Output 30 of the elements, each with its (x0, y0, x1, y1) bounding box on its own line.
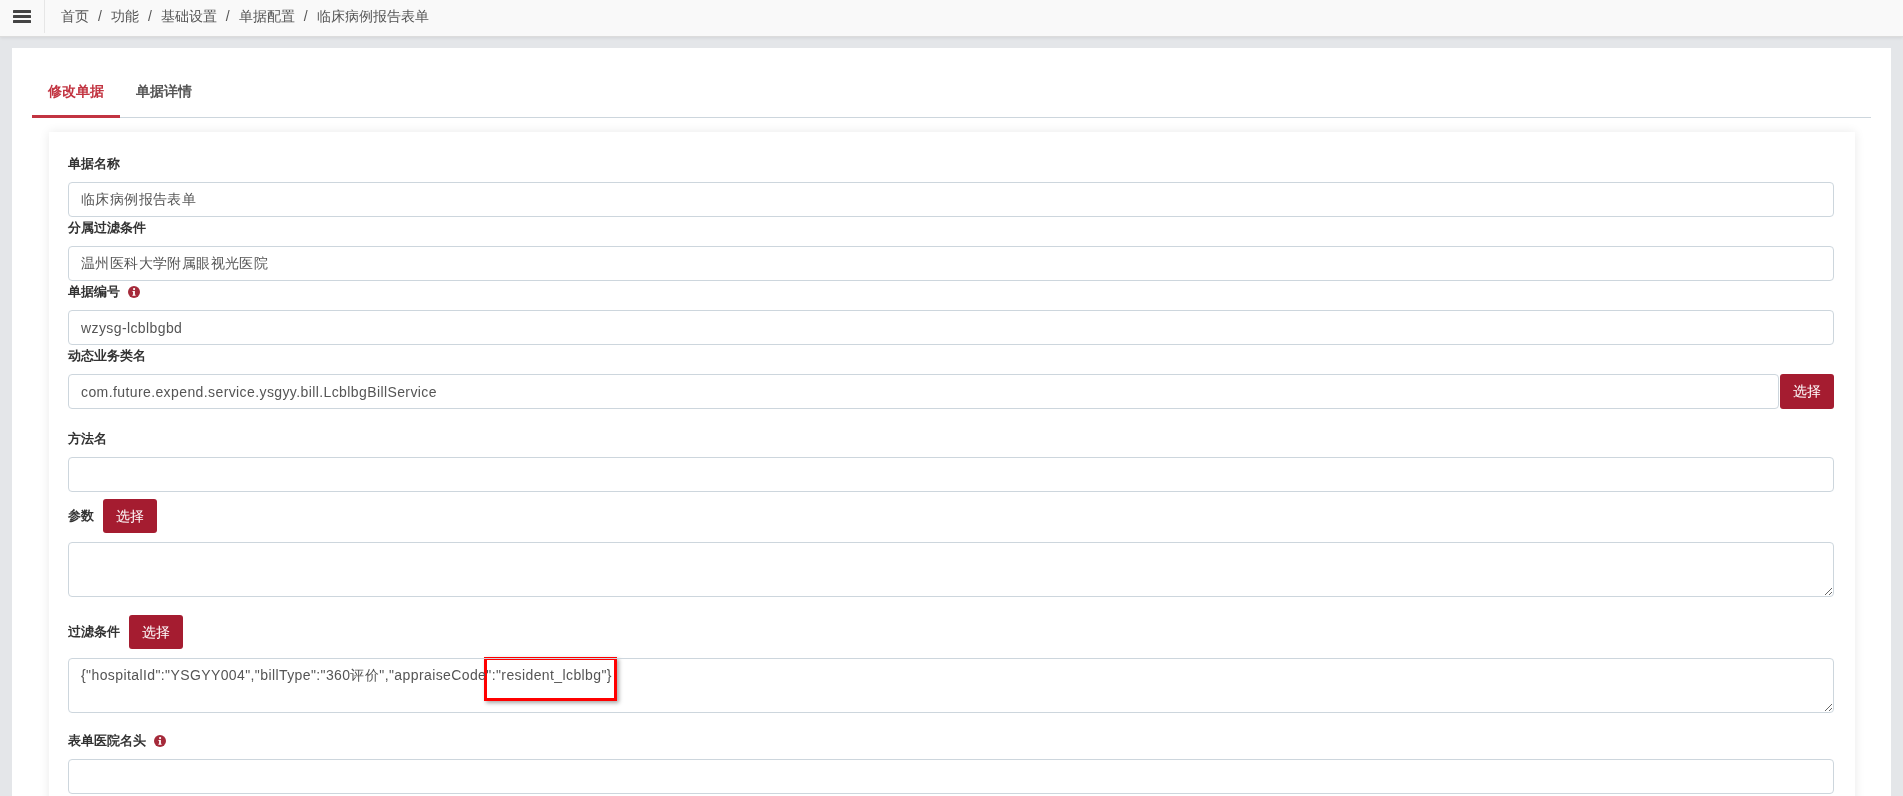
select-button[interactable]: 选择 (1780, 374, 1834, 409)
text-input[interactable] (68, 457, 1834, 492)
breadcrumb-separator: / (225, 7, 230, 26)
field-label: 过滤条件 (68, 623, 120, 641)
text-input[interactable]: 临床病例报告表单 (68, 182, 1834, 217)
field-label: 单据名称 (68, 155, 120, 173)
field-label: 动态业务类名 (68, 347, 146, 365)
field-label: 参数 (68, 507, 94, 525)
select-button[interactable]: 选择 (129, 615, 183, 649)
field-label: 单据编号 (68, 283, 120, 301)
field-label: 分属过滤条件 (68, 219, 146, 237)
menu-icon[interactable] (13, 10, 31, 23)
breadcrumb-link[interactable]: 功能 (110, 6, 139, 27)
breadcrumb-separator: / (98, 7, 102, 26)
breadcrumb-link[interactable]: 首页 (61, 6, 89, 27)
text-input[interactable] (68, 759, 1834, 794)
breadcrumb-link[interactable]: 单据配置 (238, 6, 295, 27)
breadcrumb-separator: / (147, 7, 152, 26)
breadcrumb-current: 临床病例报告表单 (316, 7, 429, 26)
select-button[interactable]: 选择 (103, 499, 157, 533)
field-label: 表单医院名头 (68, 732, 146, 750)
tab[interactable]: 单据详情 (120, 69, 208, 118)
text-input[interactable]: wzysg-lcblbgbd (68, 310, 1834, 345)
text-input[interactable]: com.future.expend.service.ysgyy.bill.LcblbgBillService (68, 374, 1779, 409)
breadcrumb-separator: / (303, 7, 308, 26)
field-label: 方法名 (68, 430, 107, 448)
text-input[interactable]: 温州医科大学附属眼视光医院 (68, 246, 1834, 281)
text-area[interactable] (68, 542, 1834, 597)
tab[interactable]: 修改单据 (32, 69, 120, 118)
breadcrumb-link[interactable]: 基础设置 (160, 6, 217, 27)
